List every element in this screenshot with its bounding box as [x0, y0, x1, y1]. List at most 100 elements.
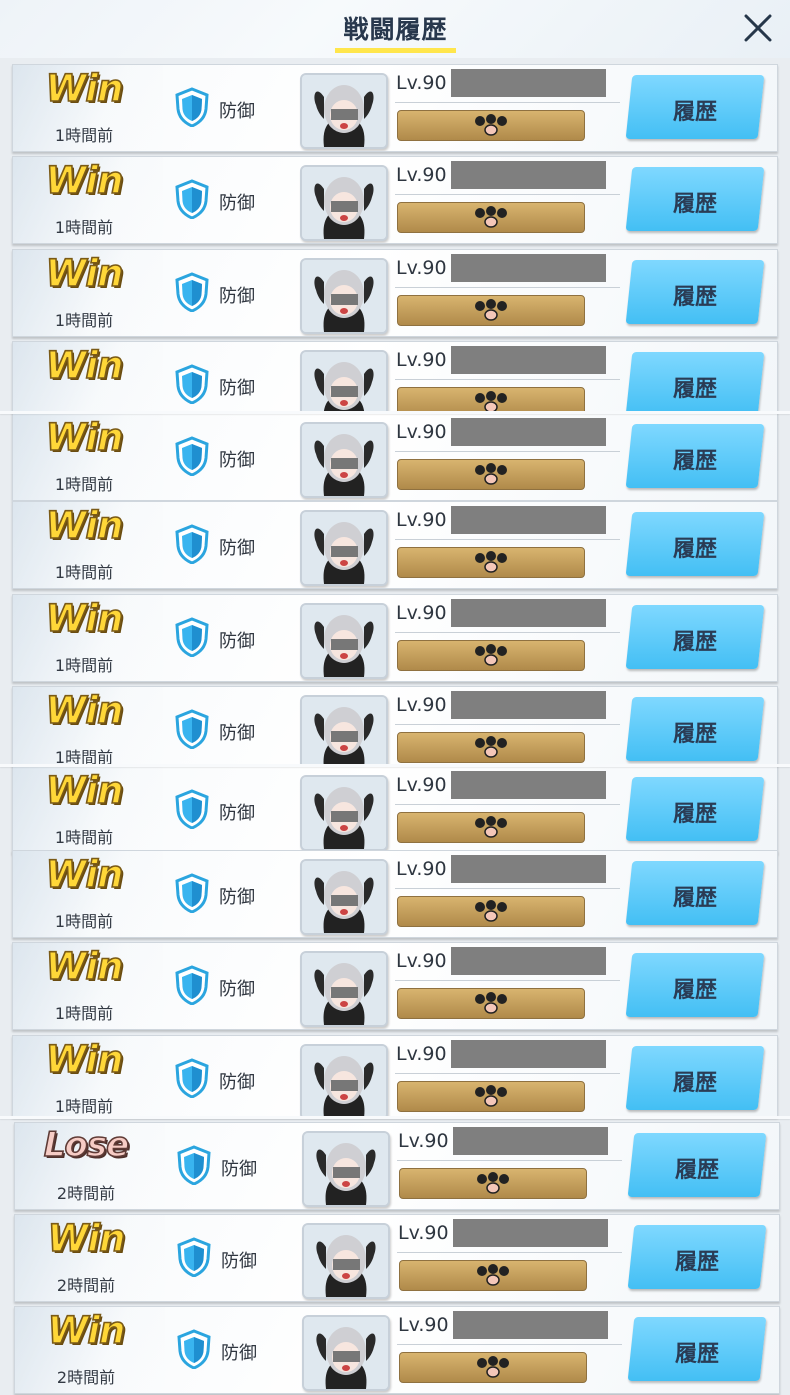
opponent-avatar [302, 1223, 390, 1299]
opponent-level: Lv.90 [396, 858, 447, 880]
guild-emblem [399, 1168, 587, 1199]
shield-icon [174, 364, 210, 405]
opponent-level: Lv.90 [398, 1314, 449, 1336]
time-ago: 1時間前 [54, 912, 114, 931]
opponent-avatar [300, 422, 388, 498]
opponent-name-redacted [451, 254, 606, 282]
history-button[interactable] [625, 260, 765, 324]
history-button[interactable] [625, 953, 765, 1017]
history-button[interactable] [625, 697, 765, 761]
guild-emblem [397, 896, 585, 927]
history-button[interactable] [625, 424, 765, 488]
shield-icon [174, 965, 210, 1006]
battle-type: 防御 [219, 887, 255, 908]
history-button[interactable] [625, 352, 765, 412]
history-button[interactable] [625, 777, 765, 841]
guild-emblem [397, 732, 585, 763]
name-divider [395, 451, 620, 452]
battle-type: 防御 [219, 979, 255, 1000]
opponent-name-redacted [451, 691, 606, 719]
guild-emblem [397, 812, 585, 843]
opponent-avatar [300, 859, 388, 935]
battle-type: 防御 [219, 286, 255, 307]
result-label: Win [47, 1216, 126, 1261]
guild-emblem [397, 547, 585, 578]
opponent-name-redacted [453, 1219, 608, 1247]
name-divider [395, 379, 620, 380]
opponent-name-redacted [451, 506, 606, 534]
history-row: Lose 2時間前 防御 Lv.90 履歴 [14, 1122, 780, 1210]
history-button[interactable] [625, 512, 765, 576]
opponent-avatar [302, 1131, 390, 1207]
shield-icon [174, 524, 210, 565]
history-button[interactable] [625, 861, 765, 925]
opponent-avatar [300, 951, 388, 1027]
history-row: Win 1時間前 防御 Lv.90 履歴 [12, 249, 778, 337]
opponent-avatar [300, 1044, 388, 1116]
name-divider [397, 1344, 622, 1345]
history-row: Win 1時間前 防御 Lv.90 履歴 [12, 1035, 778, 1117]
guild-emblem [397, 640, 585, 671]
opponent-level: Lv.90 [396, 694, 447, 716]
history-row: Win 2時間前 防御 Lv.90 履歴 [14, 1214, 780, 1302]
battle-type: 防御 [219, 538, 255, 559]
name-divider [395, 980, 620, 981]
history-button[interactable] [627, 1133, 767, 1197]
opponent-level: Lv.90 [396, 164, 447, 186]
history-button[interactable] [625, 167, 765, 231]
history-button[interactable] [625, 75, 765, 139]
opponent-name-redacted [451, 599, 606, 627]
time-ago: 2時間前 [56, 1184, 116, 1203]
result-label: Win [45, 944, 124, 989]
time-ago: 1時間前 [54, 563, 114, 582]
history-button[interactable] [627, 1225, 767, 1289]
history-button[interactable] [625, 1046, 765, 1110]
name-divider [395, 539, 620, 540]
result-label: Win [45, 768, 124, 813]
opponent-avatar [300, 775, 388, 851]
result-label: Win [45, 688, 124, 733]
battle-type: 防御 [219, 450, 255, 471]
opponent-level: Lv.90 [396, 349, 447, 371]
guild-emblem [397, 295, 585, 326]
result-label: Win [45, 66, 124, 111]
name-divider [395, 194, 620, 195]
time-ago: 2時間前 [56, 1276, 116, 1295]
shield-icon [174, 436, 210, 477]
shield-icon [174, 789, 210, 830]
time-ago: 1時間前 [54, 1097, 114, 1116]
opponent-level: Lv.90 [396, 72, 447, 94]
opponent-name-redacted [451, 418, 606, 446]
opponent-level: Lv.90 [396, 774, 447, 796]
opponent-level: Lv.90 [396, 509, 447, 531]
opponent-avatar [300, 165, 388, 241]
battle-type: 防御 [221, 1251, 257, 1272]
opponent-name-redacted [451, 947, 606, 975]
history-button[interactable] [625, 605, 765, 669]
opponent-name-redacted [451, 771, 606, 799]
opponent-name-redacted [451, 69, 606, 97]
opponent-name-redacted [453, 1127, 608, 1155]
time-ago: 1時間前 [54, 828, 114, 847]
opponent-level: Lv.90 [398, 1222, 449, 1244]
opponent-name-redacted [451, 161, 606, 189]
shield-icon [176, 1145, 212, 1186]
name-divider [395, 724, 620, 725]
opponent-avatar [300, 258, 388, 334]
result-label: Win [45, 503, 124, 548]
battle-type: 防御 [219, 193, 255, 214]
battle-type: 防御 [219, 378, 255, 399]
result-label: Win [45, 343, 124, 388]
time-ago: 1時間前 [54, 656, 114, 675]
name-divider [397, 1252, 622, 1253]
history-row: Win 2時間前 防御 Lv.90 履歴 [14, 1306, 780, 1394]
time-ago: 1時間前 [54, 218, 114, 237]
opponent-level: Lv.90 [396, 602, 447, 624]
history-button[interactable] [627, 1317, 767, 1381]
shield-icon [174, 179, 210, 220]
guild-emblem [397, 110, 585, 141]
battle-type: 防御 [221, 1159, 257, 1180]
opponent-name-redacted [451, 1040, 606, 1068]
opponent-avatar [300, 73, 388, 149]
opponent-level: Lv.90 [396, 1043, 447, 1065]
